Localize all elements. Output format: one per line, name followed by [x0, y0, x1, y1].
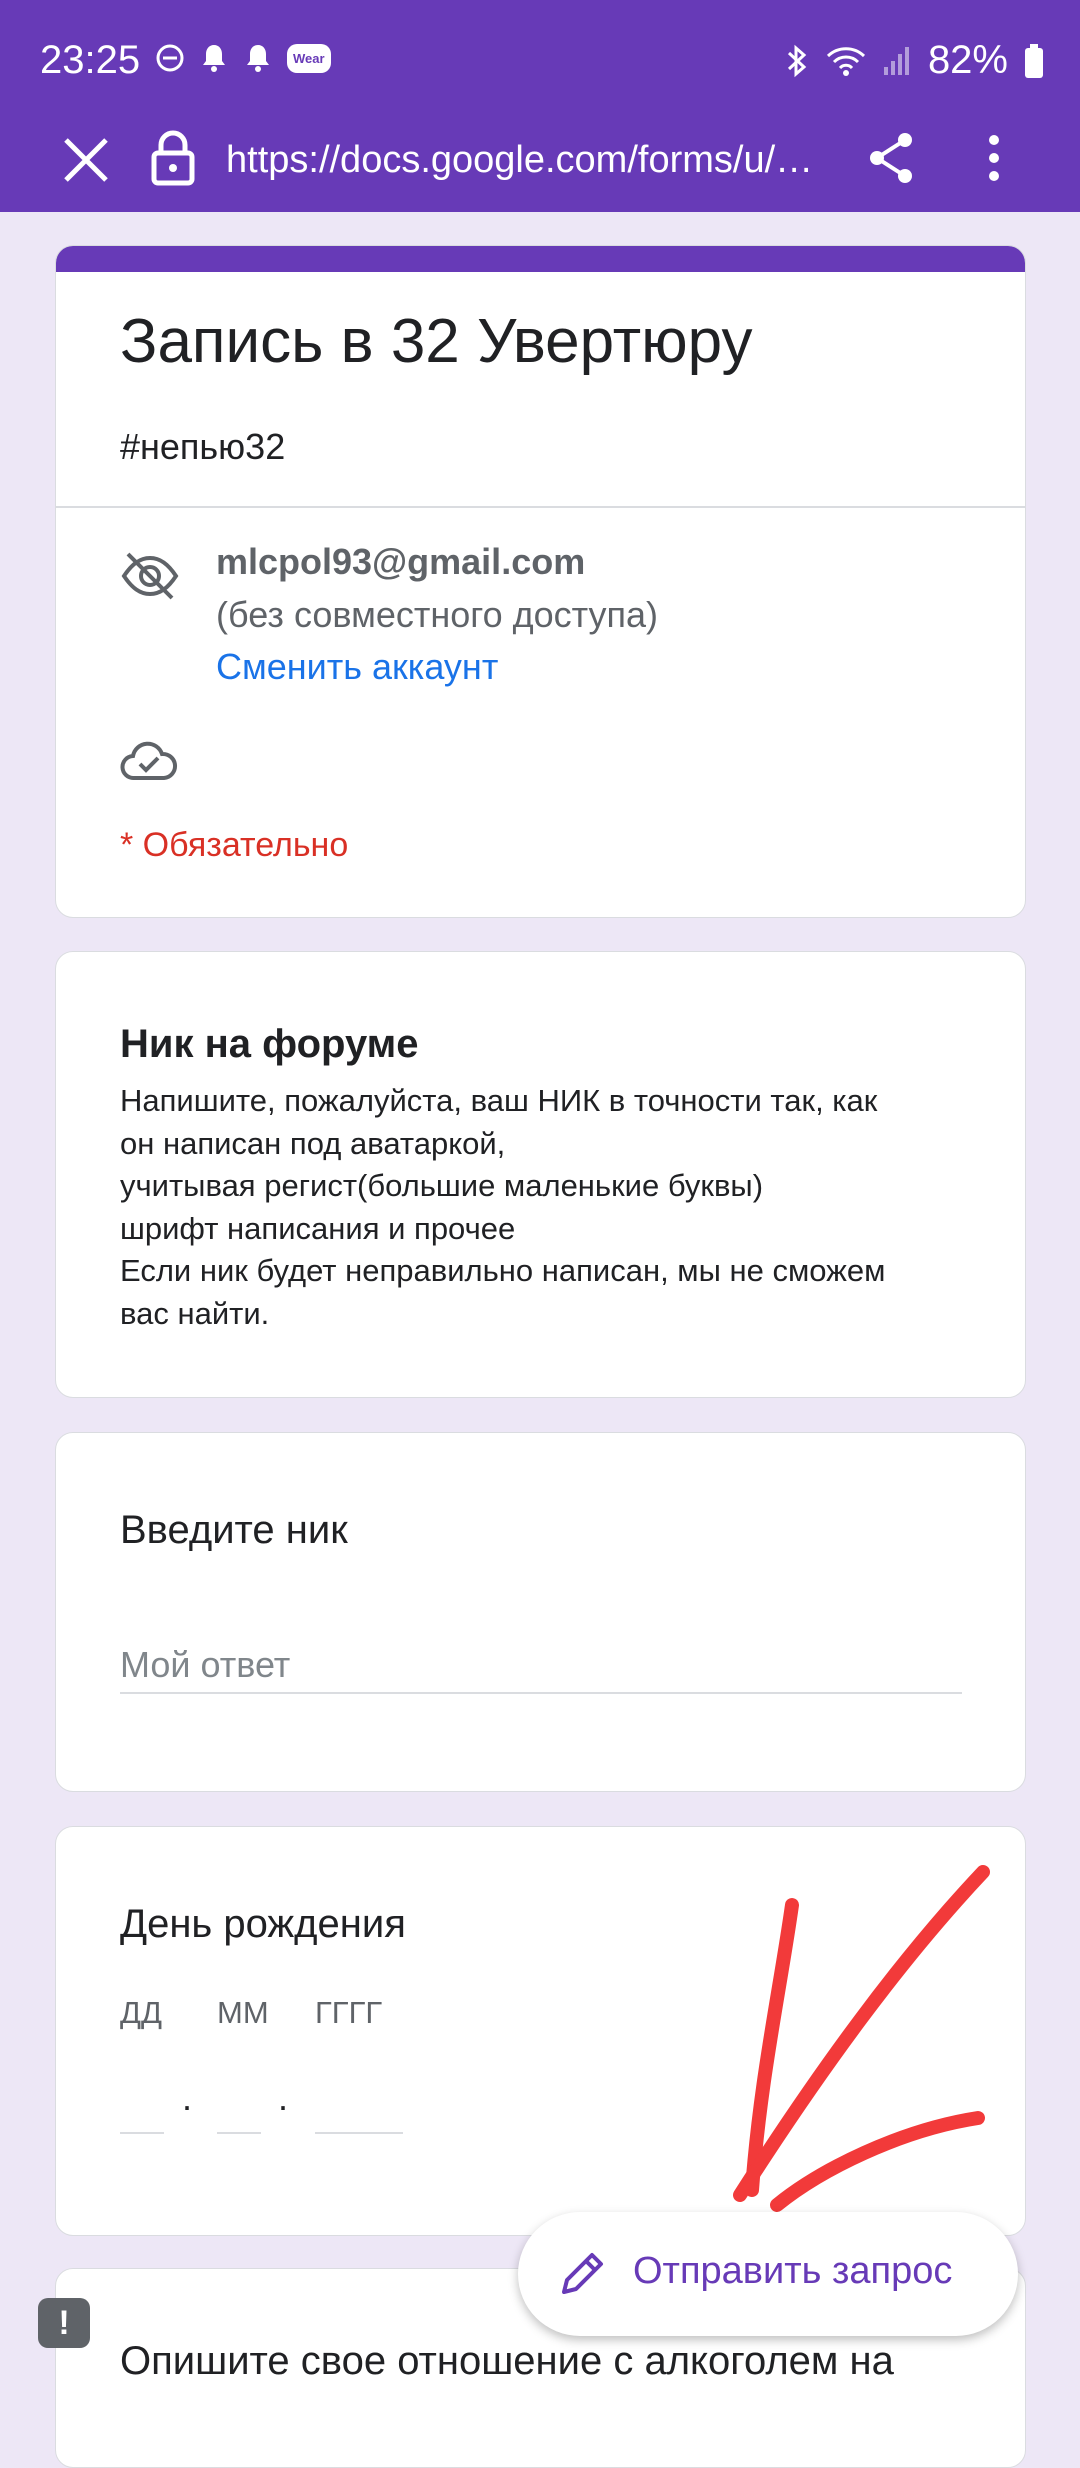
required-note: * Обязательно — [120, 826, 349, 864]
feedback-icon[interactable]: ! — [38, 2298, 90, 2348]
description-line: вас найти. — [120, 1295, 270, 1331]
day-label: ДД — [120, 1995, 162, 2030]
form-accent-bar — [56, 246, 1025, 272]
description-line: учитывая регист(большие маленькие буквы) — [120, 1168, 764, 1203]
switch-account-link[interactable]: Сменить аккаунт — [216, 646, 498, 688]
year-input[interactable] — [315, 2092, 403, 2134]
send-request-label: Отправить запрос — [633, 2250, 953, 2292]
form-title: Запись в 32 Увертюру — [120, 307, 753, 376]
form-header-card: Запись в 32 Увертюру #непью32 mlcpol93@g… — [55, 245, 1026, 918]
description-line: шрифт написания и прочее — [120, 1210, 516, 1246]
sharing-note: (без совместного доступа) — [216, 594, 659, 635]
battery-icon — [1025, 43, 1043, 78]
question-title: День рождения — [120, 1902, 406, 1946]
question-title: Введите ник — [120, 1508, 348, 1552]
month-input[interactable] — [217, 2092, 261, 2134]
status-left-icons: Wear — [155, 42, 331, 74]
share-icon[interactable] — [865, 128, 921, 188]
description-line: он написан под аватаркой, — [120, 1125, 506, 1161]
header-divider — [56, 506, 1025, 508]
status-time: 23:25 — [40, 38, 141, 82]
wear-app-icon: Wear — [287, 43, 331, 73]
battery-percent: 82% — [927, 38, 1008, 82]
description-line: Если ник будет неправильно написан, мы н… — [120, 1253, 886, 1288]
browser-toolbar: https://docs.google.com/forms/u/… — [0, 120, 1080, 212]
date-separator: . — [182, 2077, 193, 2118]
send-request-button[interactable]: Отправить запрос — [518, 2212, 1018, 2336]
month-label: ММ — [217, 1995, 269, 2030]
more-vert-icon[interactable] — [974, 128, 1014, 188]
year-label: ГГГГ — [315, 1995, 383, 2030]
wifi-icon — [826, 46, 865, 76]
form-description: #непью32 — [120, 426, 286, 467]
status-right-icons: 82% — [784, 38, 1044, 83]
description-line: Напишите, пожалуйста, ваш НИК в точности… — [120, 1083, 878, 1118]
nick-answer-input[interactable] — [120, 1638, 962, 1694]
url-field[interactable]: https://docs.google.com/forms/u/… — [226, 130, 826, 190]
cloud-done-icon — [120, 741, 177, 780]
day-input[interactable] — [120, 2092, 164, 2134]
date-separator: . — [278, 2077, 289, 2118]
section-title: Ник на форуме — [120, 1022, 419, 1066]
section-description: Напишите, пожалуйста, ваш НИК в точности… — [120, 1080, 980, 1335]
nick-section-card: Ник на форуме Напишите, пожалуйста, ваш … — [55, 951, 1026, 1398]
status-bar: 23:25 Wear 82% — [0, 0, 1080, 120]
close-icon[interactable] — [56, 130, 116, 190]
lock-icon[interactable] — [148, 128, 198, 188]
pencil-icon — [562, 2253, 603, 2294]
account-email: mlcpol93@gmail.com — [216, 541, 586, 582]
bluetooth-icon — [787, 44, 807, 77]
birthday-question-card: День рождения ДД ММ ГГГГ . . — [55, 1826, 1026, 2236]
do-not-disturb-icon — [156, 44, 184, 72]
signal-icon — [883, 46, 909, 75]
question-title: Опишите свое отношение с алкоголем на — [120, 2339, 894, 2383]
nick-question-card: Введите ник — [55, 1432, 1026, 1792]
bell-icon — [203, 45, 225, 72]
visibility-off-icon — [121, 552, 179, 600]
bell-icon — [247, 45, 269, 72]
